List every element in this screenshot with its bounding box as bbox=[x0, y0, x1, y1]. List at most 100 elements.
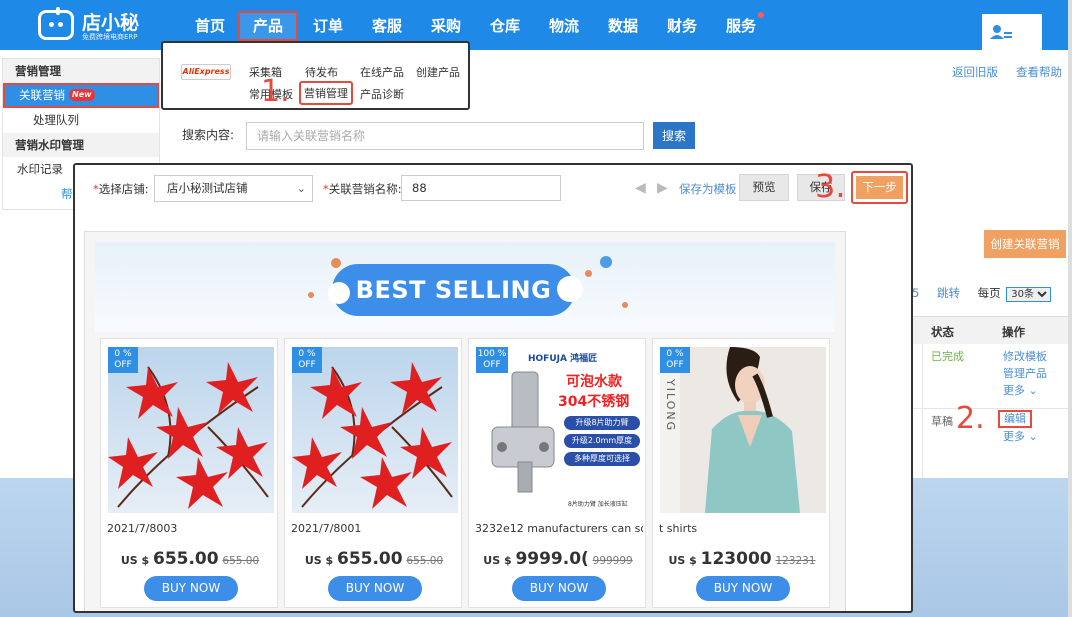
product-title: t shirts bbox=[659, 522, 698, 535]
marketing-name-label: *关联营销名称: bbox=[323, 182, 402, 196]
more-dropdown[interactable]: 更多 ⌄ bbox=[998, 428, 1038, 445]
nav-services[interactable]: 服务 bbox=[724, 14, 758, 38]
banner-pill: BEST SELLING bbox=[328, 264, 583, 316]
step-3-annotation: 3. bbox=[815, 167, 846, 205]
menu-item-to-publish[interactable]: 待发布 bbox=[305, 64, 338, 80]
jump-button[interactable]: 跳转 bbox=[937, 286, 960, 300]
undo-icon[interactable]: ◀ bbox=[635, 181, 649, 195]
product-price: US $ 655.00 655.00 bbox=[120, 549, 260, 569]
next-step-button-highlight: 下一步 bbox=[851, 171, 908, 204]
menu-item-marketing-management[interactable]: 营销管理 bbox=[299, 81, 353, 105]
modal-toolbar: *选择店铺: 店小秘测试店铺 ⌄ *关联营销名称: ◀ ▶ 保存为模板 预览 保… bbox=[75, 165, 911, 213]
buy-now-button[interactable]: BUY NOW bbox=[328, 576, 422, 601]
nav-products[interactable]: 产品 bbox=[238, 11, 298, 41]
hinge-headline-1: 可泡水款 bbox=[566, 374, 622, 390]
buy-now-button[interactable]: BUY NOW bbox=[144, 576, 238, 601]
product-dropdown-menu: AliExpress 采集箱 待发布 在线产品 创建产品 常用模板 营销管理 产… bbox=[161, 41, 470, 110]
nav-home[interactable]: 首页 bbox=[193, 14, 227, 38]
nav-purchase[interactable]: 采购 bbox=[429, 14, 463, 38]
create-related-marketing-button[interactable]: 创建关联营销 bbox=[984, 230, 1066, 258]
product-title: 2021/7/8003 bbox=[107, 522, 178, 535]
best-selling-banner: BEST SELLING bbox=[95, 242, 835, 332]
column-actions: 操作 bbox=[1002, 325, 1025, 339]
edit-link[interactable]: 编辑 bbox=[998, 410, 1032, 428]
store-select-value: 店小秘测试店铺 bbox=[167, 181, 248, 195]
hinge-footer: 8片助力臂 加长液压缸 bbox=[568, 501, 628, 508]
menu-item-product-diagnosis[interactable]: 产品诊断 bbox=[360, 86, 404, 102]
buy-now-button[interactable]: BUY NOW bbox=[696, 576, 790, 601]
sidebar-item-related-marketing[interactable]: 关联营销 New bbox=[3, 83, 159, 108]
redo-icon[interactable]: ▶ bbox=[657, 181, 671, 195]
search-button[interactable]: 搜索 bbox=[653, 122, 695, 149]
nav-finance[interactable]: 财务 bbox=[665, 14, 699, 38]
hinge-tag: 多种厚度可选择 bbox=[564, 452, 640, 466]
row2-status: 草稿 bbox=[931, 415, 953, 428]
nav-data[interactable]: 数据 bbox=[606, 14, 640, 38]
hinge-brand: HOFUJA 鸿福匠 bbox=[528, 354, 598, 364]
marketing-name-input[interactable] bbox=[401, 175, 561, 201]
preview-button[interactable]: 预览 bbox=[739, 174, 789, 201]
sidebar-item-queue[interactable]: 处理队列 bbox=[3, 108, 159, 133]
logo-name: 店小秘 bbox=[82, 12, 140, 34]
chevron-down-icon: ⌄ bbox=[296, 182, 306, 195]
page-scrollbar[interactable] bbox=[1068, 0, 1072, 617]
product-title: 3232e12 manufacturers can soak bbox=[475, 522, 643, 535]
product-price: US $ 655.00 655.00 bbox=[304, 549, 444, 569]
aliexpress-logo: AliExpress bbox=[181, 64, 231, 80]
per-page-label: 每页 bbox=[977, 286, 1001, 300]
user-menu[interactable] bbox=[982, 14, 1042, 50]
sidebar-section-watermark: 营销水印管理 bbox=[3, 133, 159, 157]
banner-title: BEST SELLING bbox=[355, 276, 552, 304]
store-select[interactable]: 店小秘测试店铺 ⌄ bbox=[154, 175, 313, 202]
row1-status: 已完成 bbox=[931, 350, 964, 363]
per-page-select[interactable]: 30条 bbox=[1006, 287, 1052, 302]
table-body: 已完成 修改模板 管理产品 更多 ⌄ 草稿 编辑 更多 ⌄ bbox=[912, 344, 1068, 478]
nav-orders[interactable]: 订单 bbox=[311, 14, 345, 38]
app-logo[interactable]: 店小秘 免费跨境电商ERP bbox=[38, 7, 140, 42]
buy-now-button[interactable]: BUY NOW bbox=[512, 576, 606, 601]
hinge-tag: 升级2.0mm厚度 bbox=[564, 434, 640, 448]
row2-actions: 编辑 更多 ⌄ bbox=[998, 410, 1038, 445]
hinge-illustration bbox=[491, 371, 555, 493]
nav-logistics[interactable]: 物流 bbox=[547, 14, 581, 38]
save-as-template-button[interactable]: 保存为模板 bbox=[679, 181, 737, 197]
robot-logo-icon bbox=[38, 7, 74, 40]
page-number[interactable]: 5 bbox=[912, 286, 919, 300]
menu-item-create-product[interactable]: 创建产品 bbox=[416, 64, 460, 80]
discount-badge: 0 % OFF bbox=[660, 347, 690, 373]
more-dropdown[interactable]: 更多 ⌄ bbox=[1003, 382, 1047, 399]
edit-template-link[interactable]: 修改模板 bbox=[1003, 348, 1047, 365]
template-preview-canvas: BEST SELLING 0 % OFF 2021/7/8003 US $ 65… bbox=[84, 231, 846, 611]
search-input[interactable] bbox=[246, 122, 644, 150]
search-label: 搜索内容: bbox=[182, 128, 235, 142]
product-card: 0 % OFF 2021/7/8001 US $ 655.00 655.00 B… bbox=[284, 338, 462, 608]
table-header: 状态 操作 bbox=[912, 316, 1068, 344]
sidebar-item-label: 关联营销 bbox=[19, 88, 65, 102]
related-marketing-editor-modal: *选择店铺: 店小秘测试店铺 ⌄ *关联营销名称: ◀ ▶ 保存为模板 预览 保… bbox=[73, 163, 913, 613]
chevron-down-icon: ⌄ bbox=[1028, 384, 1038, 397]
row1-actions: 修改模板 管理产品 更多 ⌄ bbox=[1003, 348, 1047, 399]
new-badge: New bbox=[69, 89, 95, 101]
user-icon bbox=[990, 25, 1012, 39]
pagination: 5 跳转 每页 30条 bbox=[912, 285, 1052, 302]
product-price: US $ 123000 123231 bbox=[668, 549, 816, 569]
store-label: *选择店铺: bbox=[93, 182, 149, 196]
product-card: HOFUJA 鸿福匠 可泡水款 304不锈钢 升级8片助力臂 升级2.0mm厚度… bbox=[468, 338, 646, 608]
sidebar-section-marketing: 营销管理 bbox=[3, 59, 159, 83]
next-step-button[interactable]: 下一步 bbox=[856, 176, 903, 199]
manage-products-link[interactable]: 管理产品 bbox=[1003, 365, 1047, 382]
nav-warehouse[interactable]: 仓库 bbox=[488, 14, 522, 38]
hinge-tag: 升级8片助力臂 bbox=[564, 416, 640, 430]
product-price: US $ 9999.0( 999999 bbox=[483, 549, 633, 569]
chevron-down-icon: ⌄ bbox=[1028, 430, 1038, 443]
menu-item-online-products[interactable]: 在线产品 bbox=[360, 64, 404, 80]
back-old-version-link[interactable]: 返回旧版 bbox=[952, 64, 998, 80]
notification-dot bbox=[758, 12, 764, 18]
nav-service[interactable]: 客服 bbox=[370, 14, 404, 38]
discount-badge: 0 % OFF bbox=[292, 347, 322, 373]
view-help-link[interactable]: 查看帮助 bbox=[1016, 64, 1062, 80]
column-status: 状态 bbox=[931, 325, 954, 339]
product-card: 0 % OFF 2021/7/8003 US $ 655.00 655.00 B… bbox=[100, 338, 278, 608]
product-title: 2021/7/8001 bbox=[291, 522, 362, 535]
product-card: YILONG 0 % OFF t shirts US $ 123000 1232… bbox=[652, 338, 830, 608]
